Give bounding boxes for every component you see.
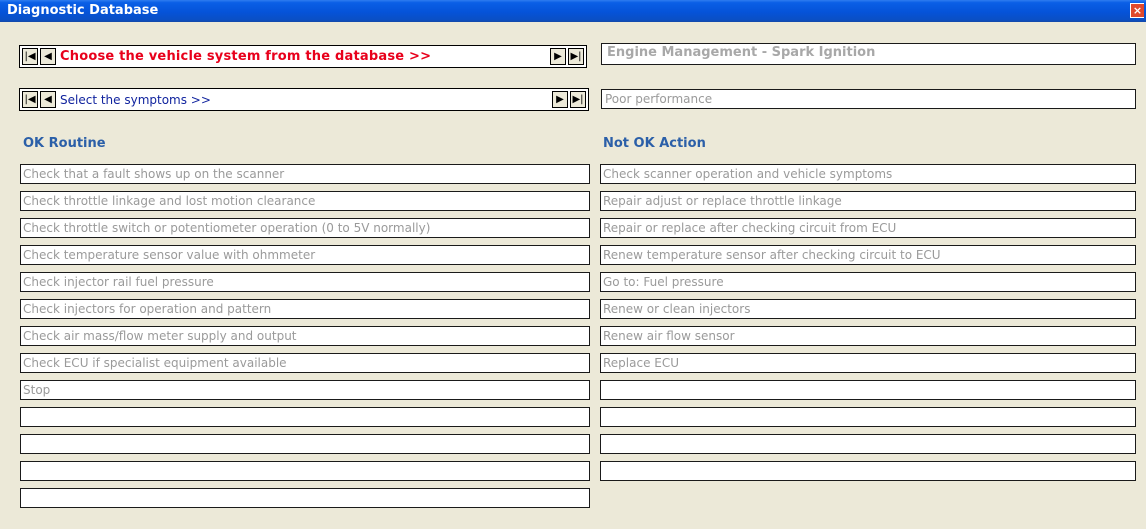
first-symptom-icon: |◀	[24, 94, 36, 105]
previous-record-button[interactable]: ◀	[40, 48, 56, 65]
next-symptom-icon: ▶	[556, 94, 564, 105]
not-ok-action-step-field[interactable]: Renew or clean injectors	[600, 299, 1136, 319]
first-symptom-button[interactable]: |◀	[22, 91, 38, 108]
ok-routine-step-field[interactable]: Check air mass/flow meter supply and out…	[20, 326, 590, 346]
not-ok-action-heading: Not OK Action	[603, 136, 706, 151]
next-symptom-button[interactable]: ▶	[552, 91, 568, 108]
ok-routine-step-field[interactable]	[20, 407, 590, 427]
ok-routine-heading: OK Routine	[23, 136, 106, 151]
last-symptom-icon: ▶|	[572, 94, 584, 105]
symptom-label: Select the symptoms >>	[60, 93, 211, 107]
last-record-icon: ▶|	[570, 51, 582, 62]
close-icon[interactable]: ×	[1130, 3, 1144, 18]
main-client-area: |◀ ◀ Choose the vehicle system from the …	[3, 22, 1146, 529]
previous-symptom-icon: ◀	[44, 94, 52, 105]
ok-routine-step-field[interactable]	[20, 434, 590, 454]
window-title: Diagnostic Database	[7, 3, 159, 18]
vehicle-system-field[interactable]: Engine Management - Spark Ignition	[601, 43, 1136, 65]
ok-routine-step-field[interactable]: Check that a fault shows up on the scann…	[20, 164, 590, 184]
ok-routine-step-field[interactable]	[20, 461, 590, 481]
vehicle-system-nav: |◀ ◀ Choose the vehicle system from the …	[19, 45, 587, 68]
not-ok-action-step-field[interactable]: Repair or replace after checking circuit…	[600, 218, 1136, 238]
not-ok-action-step-field[interactable]: Repair adjust or replace throttle linkag…	[600, 191, 1136, 211]
not-ok-action-step-field[interactable]	[600, 461, 1136, 481]
not-ok-action-step-field[interactable]: Check scanner operation and vehicle symp…	[600, 164, 1136, 184]
ok-routine-step-field[interactable]: Check injectors for operation and patter…	[20, 299, 590, 319]
symptom-nav: |◀ ◀ Select the symptoms >> ▶ ▶|	[19, 88, 589, 111]
ok-routine-step-field[interactable]: Check injector rail fuel pressure	[20, 272, 590, 292]
previous-symptom-button[interactable]: ◀	[40, 91, 56, 108]
next-record-button[interactable]: ▶	[550, 48, 566, 65]
symptom-field[interactable]: Poor performance	[601, 89, 1136, 109]
ok-routine-step-field[interactable]: Check throttle linkage and lost motion c…	[20, 191, 590, 211]
next-record-icon: ▶	[554, 51, 562, 62]
ok-routine-step-field[interactable]: Check throttle switch or potentiometer o…	[20, 218, 590, 238]
ok-routine-step-field[interactable]: Stop	[20, 380, 590, 400]
not-ok-action-step-field[interactable]: Renew air flow sensor	[600, 326, 1136, 346]
not-ok-action-step-field[interactable]: Go to: Fuel pressure	[600, 272, 1136, 292]
last-symptom-button[interactable]: ▶|	[570, 91, 586, 108]
first-record-icon: |◀	[24, 51, 36, 62]
first-record-button[interactable]: |◀	[22, 48, 38, 65]
ok-routine-step-field[interactable]	[20, 488, 590, 508]
previous-record-icon: ◀	[44, 51, 52, 62]
window-titlebar: Diagnostic Database ×	[0, 0, 1146, 22]
not-ok-action-step-field[interactable]	[600, 434, 1136, 454]
vehicle-system-label: Choose the vehicle system from the datab…	[60, 49, 432, 64]
ok-routine-step-field[interactable]: Check ECU if specialist equipment availa…	[20, 353, 590, 373]
last-record-button[interactable]: ▶|	[568, 48, 584, 65]
not-ok-action-step-field[interactable]	[600, 407, 1136, 427]
not-ok-action-step-field[interactable]: Replace ECU	[600, 353, 1136, 373]
not-ok-action-step-field[interactable]	[600, 380, 1136, 400]
not-ok-action-step-field[interactable]: Renew temperature sensor after checking …	[600, 245, 1136, 265]
ok-routine-step-field[interactable]: Check temperature sensor value with ohmm…	[20, 245, 590, 265]
